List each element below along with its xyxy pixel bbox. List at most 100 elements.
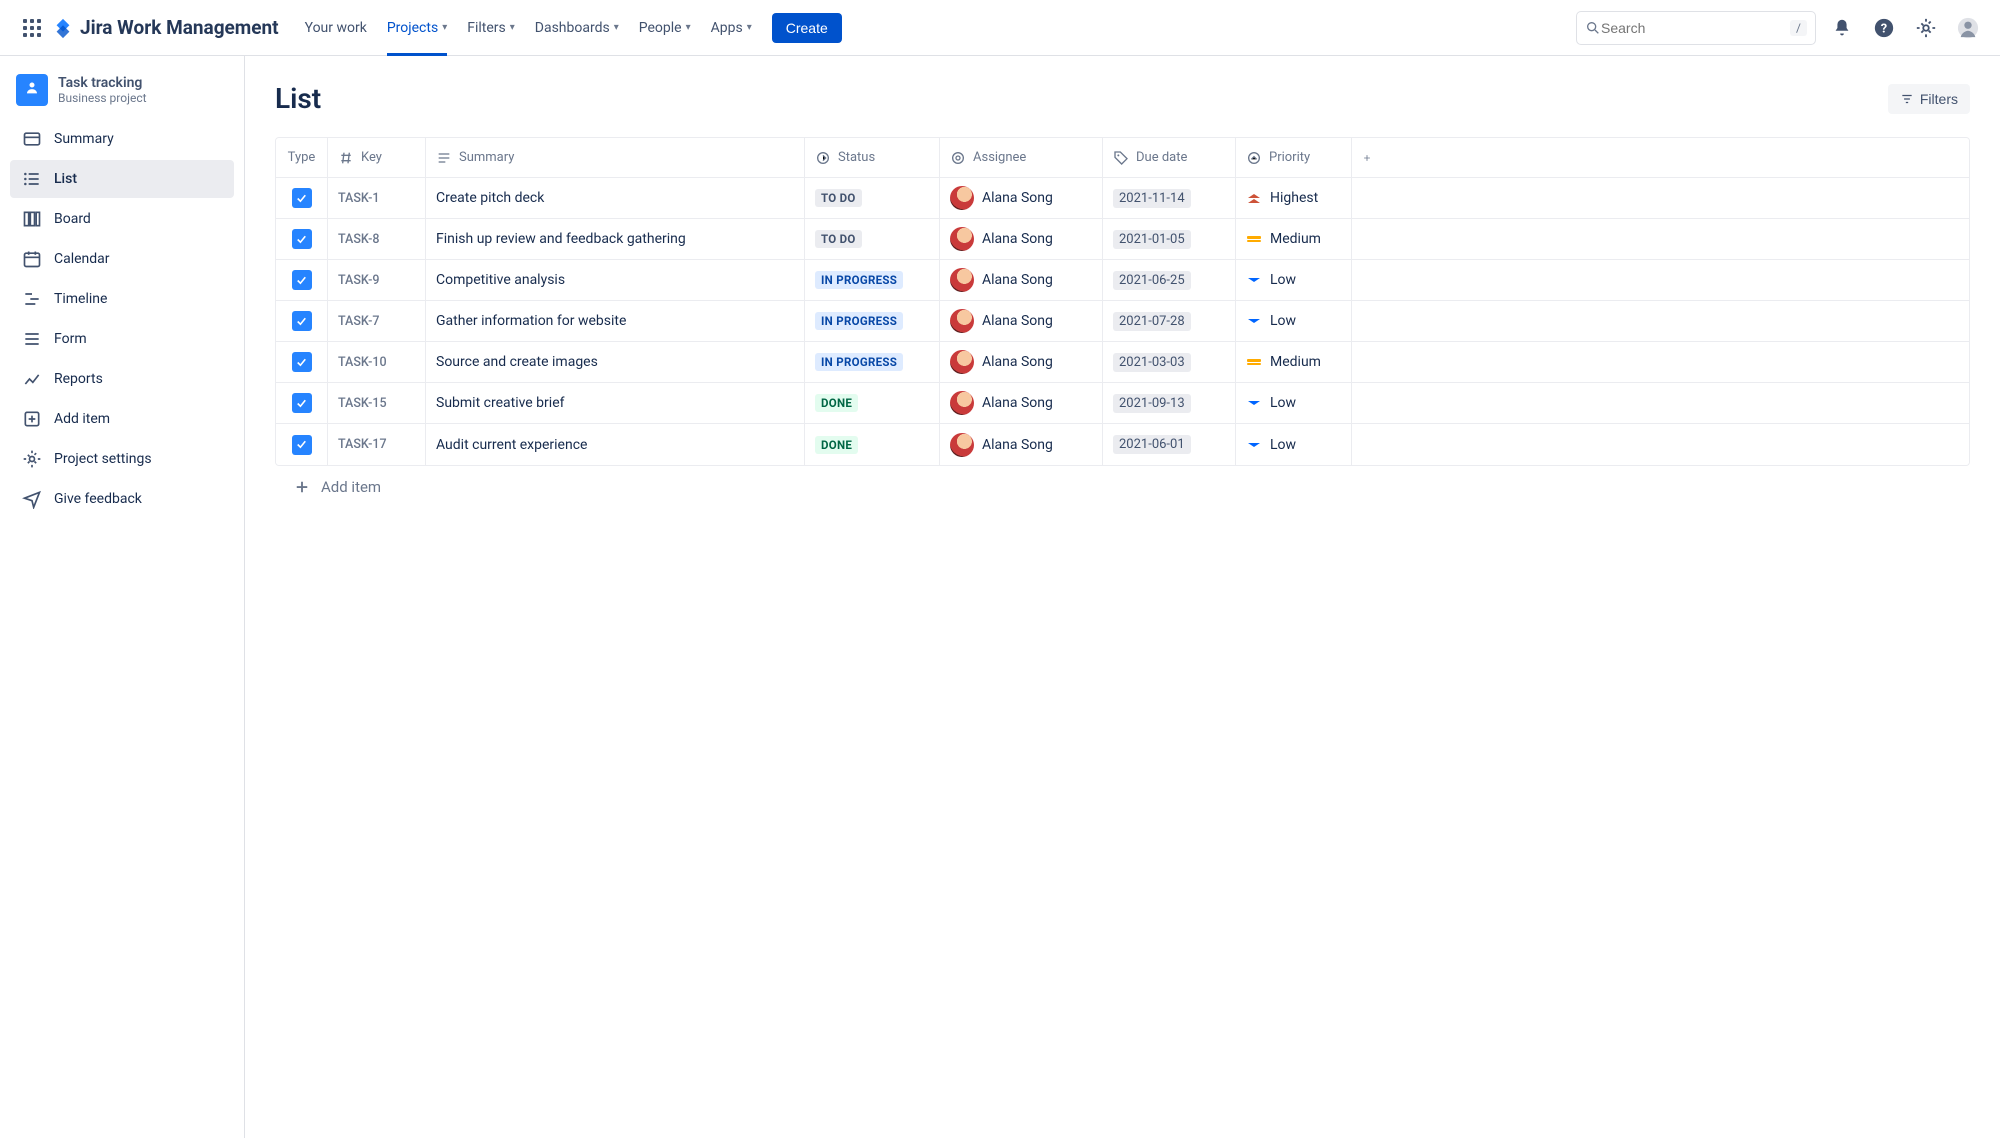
- cell-priority[interactable]: Medium: [1236, 342, 1352, 382]
- cell-key[interactable]: TASK-1: [328, 178, 426, 218]
- cell-summary[interactable]: Source and create images: [426, 342, 805, 382]
- cell-key[interactable]: TASK-17: [328, 424, 426, 465]
- sidebar-item-calendar[interactable]: Calendar: [10, 240, 234, 278]
- cell-status[interactable]: IN PROGRESS: [805, 260, 940, 300]
- cell-assignee[interactable]: Alana Song: [940, 178, 1103, 218]
- cell-key[interactable]: TASK-8: [328, 219, 426, 259]
- project-header[interactable]: Task tracking Business project: [10, 74, 234, 120]
- filters-button[interactable]: Filters: [1888, 84, 1970, 114]
- sidebar-item-board[interactable]: Board: [10, 200, 234, 238]
- avatar: [950, 268, 974, 292]
- cell-type[interactable]: [276, 342, 328, 382]
- cell-summary[interactable]: Gather information for website: [426, 301, 805, 341]
- cell-assignee[interactable]: Alana Song: [940, 383, 1103, 423]
- cell-key[interactable]: TASK-7: [328, 301, 426, 341]
- cell-status[interactable]: TO DO: [805, 219, 940, 259]
- cell-summary[interactable]: Create pitch deck: [426, 178, 805, 218]
- sidebar-item-summary[interactable]: Summary: [10, 120, 234, 158]
- cell-status[interactable]: DONE: [805, 424, 940, 465]
- nav-item-projects[interactable]: Projects▾: [377, 0, 457, 56]
- cell-status[interactable]: IN PROGRESS: [805, 301, 940, 341]
- cell-status[interactable]: TO DO: [805, 178, 940, 218]
- sidebar-item-add-item[interactable]: Add item: [10, 400, 234, 438]
- task-type-icon: [292, 435, 312, 455]
- cell-key[interactable]: TASK-9: [328, 260, 426, 300]
- column-header-key[interactable]: Key: [328, 138, 426, 177]
- create-button[interactable]: Create: [772, 13, 842, 43]
- cell-type[interactable]: [276, 383, 328, 423]
- cell-priority[interactable]: Low: [1236, 301, 1352, 341]
- sidebar-item-reports[interactable]: Reports: [10, 360, 234, 398]
- cell-key[interactable]: TASK-10: [328, 342, 426, 382]
- cell-priority[interactable]: Highest: [1236, 178, 1352, 218]
- plus-icon: [293, 478, 311, 496]
- table-row[interactable]: TASK-17 Audit current experience DONEAlana…: [276, 424, 1969, 465]
- add-column-button[interactable]: [1352, 138, 1382, 177]
- cell-type[interactable]: [276, 219, 328, 259]
- nav-item-filters[interactable]: Filters▾: [457, 0, 525, 56]
- cell-status[interactable]: IN PROGRESS: [805, 342, 940, 382]
- cell-due-date[interactable]: 2021-06-01: [1103, 424, 1236, 465]
- calendar-icon: [22, 249, 42, 269]
- cell-type[interactable]: [276, 424, 328, 465]
- cell-summary[interactable]: Competitive analysis: [426, 260, 805, 300]
- search-input[interactable]: [1601, 20, 1790, 36]
- column-header-summary[interactable]: Summary: [426, 138, 805, 177]
- column-header-type[interactable]: Type: [276, 138, 328, 177]
- nav-item-your-work[interactable]: Your work: [295, 0, 377, 56]
- cell-status[interactable]: DONE: [805, 383, 940, 423]
- sidebar-item-list[interactable]: List: [10, 160, 234, 198]
- cell-priority[interactable]: Low: [1236, 424, 1352, 465]
- cell-type[interactable]: [276, 260, 328, 300]
- sidebar-item-label: Summary: [54, 131, 114, 147]
- cell-assignee[interactable]: Alana Song: [940, 342, 1103, 382]
- cell-due-date[interactable]: 2021-07-28: [1103, 301, 1236, 341]
- cell-spacer: [1352, 301, 1382, 341]
- nav-item-dashboards[interactable]: Dashboards▾: [525, 0, 629, 56]
- cell-priority[interactable]: Medium: [1236, 219, 1352, 259]
- cell-due-date[interactable]: 2021-09-13: [1103, 383, 1236, 423]
- cell-summary[interactable]: Audit current experience: [426, 424, 805, 465]
- cell-priority[interactable]: Low: [1236, 260, 1352, 300]
- cell-type[interactable]: [276, 178, 328, 218]
- cell-summary[interactable]: Finish up review and feedback gathering: [426, 219, 805, 259]
- table-row[interactable]: TASK-9 Competitive analysisIN PROGRESSAla…: [276, 260, 1969, 301]
- cell-assignee[interactable]: Alana Song: [940, 219, 1103, 259]
- table-row[interactable]: TASK-15Submit creative briefDONEAlana So…: [276, 383, 1969, 424]
- cell-assignee[interactable]: Alana Song: [940, 424, 1103, 465]
- cell-assignee[interactable]: Alana Song: [940, 301, 1103, 341]
- sidebar-item-project-settings[interactable]: Project settings: [10, 440, 234, 478]
- notifications-button[interactable]: [1826, 12, 1858, 44]
- table-row[interactable]: TASK-10Source and create imagesIN PROGRE…: [276, 342, 1969, 383]
- cell-summary[interactable]: Submit creative brief: [426, 383, 805, 423]
- sidebar-item-give-feedback[interactable]: Give feedback: [10, 480, 234, 518]
- cell-assignee[interactable]: Alana Song: [940, 260, 1103, 300]
- add-item-row[interactable]: Add item: [275, 466, 1970, 508]
- table-row[interactable]: TASK-8Finish up review and feedback gath…: [276, 219, 1969, 260]
- cell-priority[interactable]: Low: [1236, 383, 1352, 423]
- product-logo[interactable]: Jira Work Management: [52, 16, 279, 39]
- cell-due-date[interactable]: 2021-03-03: [1103, 342, 1236, 382]
- cell-type[interactable]: [276, 301, 328, 341]
- cell-key[interactable]: TASK-15: [328, 383, 426, 423]
- column-header-due[interactable]: Due date: [1103, 138, 1236, 177]
- column-header-status[interactable]: Status: [805, 138, 940, 177]
- nav-item-apps[interactable]: Apps▾: [701, 0, 762, 56]
- cell-due-date[interactable]: 2021-01-05: [1103, 219, 1236, 259]
- table-row[interactable]: TASK-7Gather information for websiteIN P…: [276, 301, 1969, 342]
- cell-due-date[interactable]: 2021-11-14: [1103, 178, 1236, 218]
- sidebar-item-timeline[interactable]: Timeline: [10, 280, 234, 318]
- settings-button[interactable]: [1910, 12, 1942, 44]
- cell-due-date[interactable]: 2021-06-25: [1103, 260, 1236, 300]
- search-field[interactable]: /: [1576, 11, 1816, 45]
- nav-item-people[interactable]: People▾: [629, 0, 701, 56]
- app-switcher-button[interactable]: [16, 12, 48, 44]
- help-button[interactable]: ?: [1868, 12, 1900, 44]
- profile-button[interactable]: [1952, 12, 1984, 44]
- sidebar-item-form[interactable]: Form: [10, 320, 234, 358]
- table-row[interactable]: TASK-1Create pitch deckTO DOAlana Song20…: [276, 178, 1969, 219]
- column-header-priority[interactable]: Priority: [1236, 138, 1352, 177]
- task-summary: Audit current experience: [436, 437, 587, 453]
- column-header-assignee[interactable]: Assignee: [940, 138, 1103, 177]
- task-key: TASK-9: [338, 273, 380, 288]
